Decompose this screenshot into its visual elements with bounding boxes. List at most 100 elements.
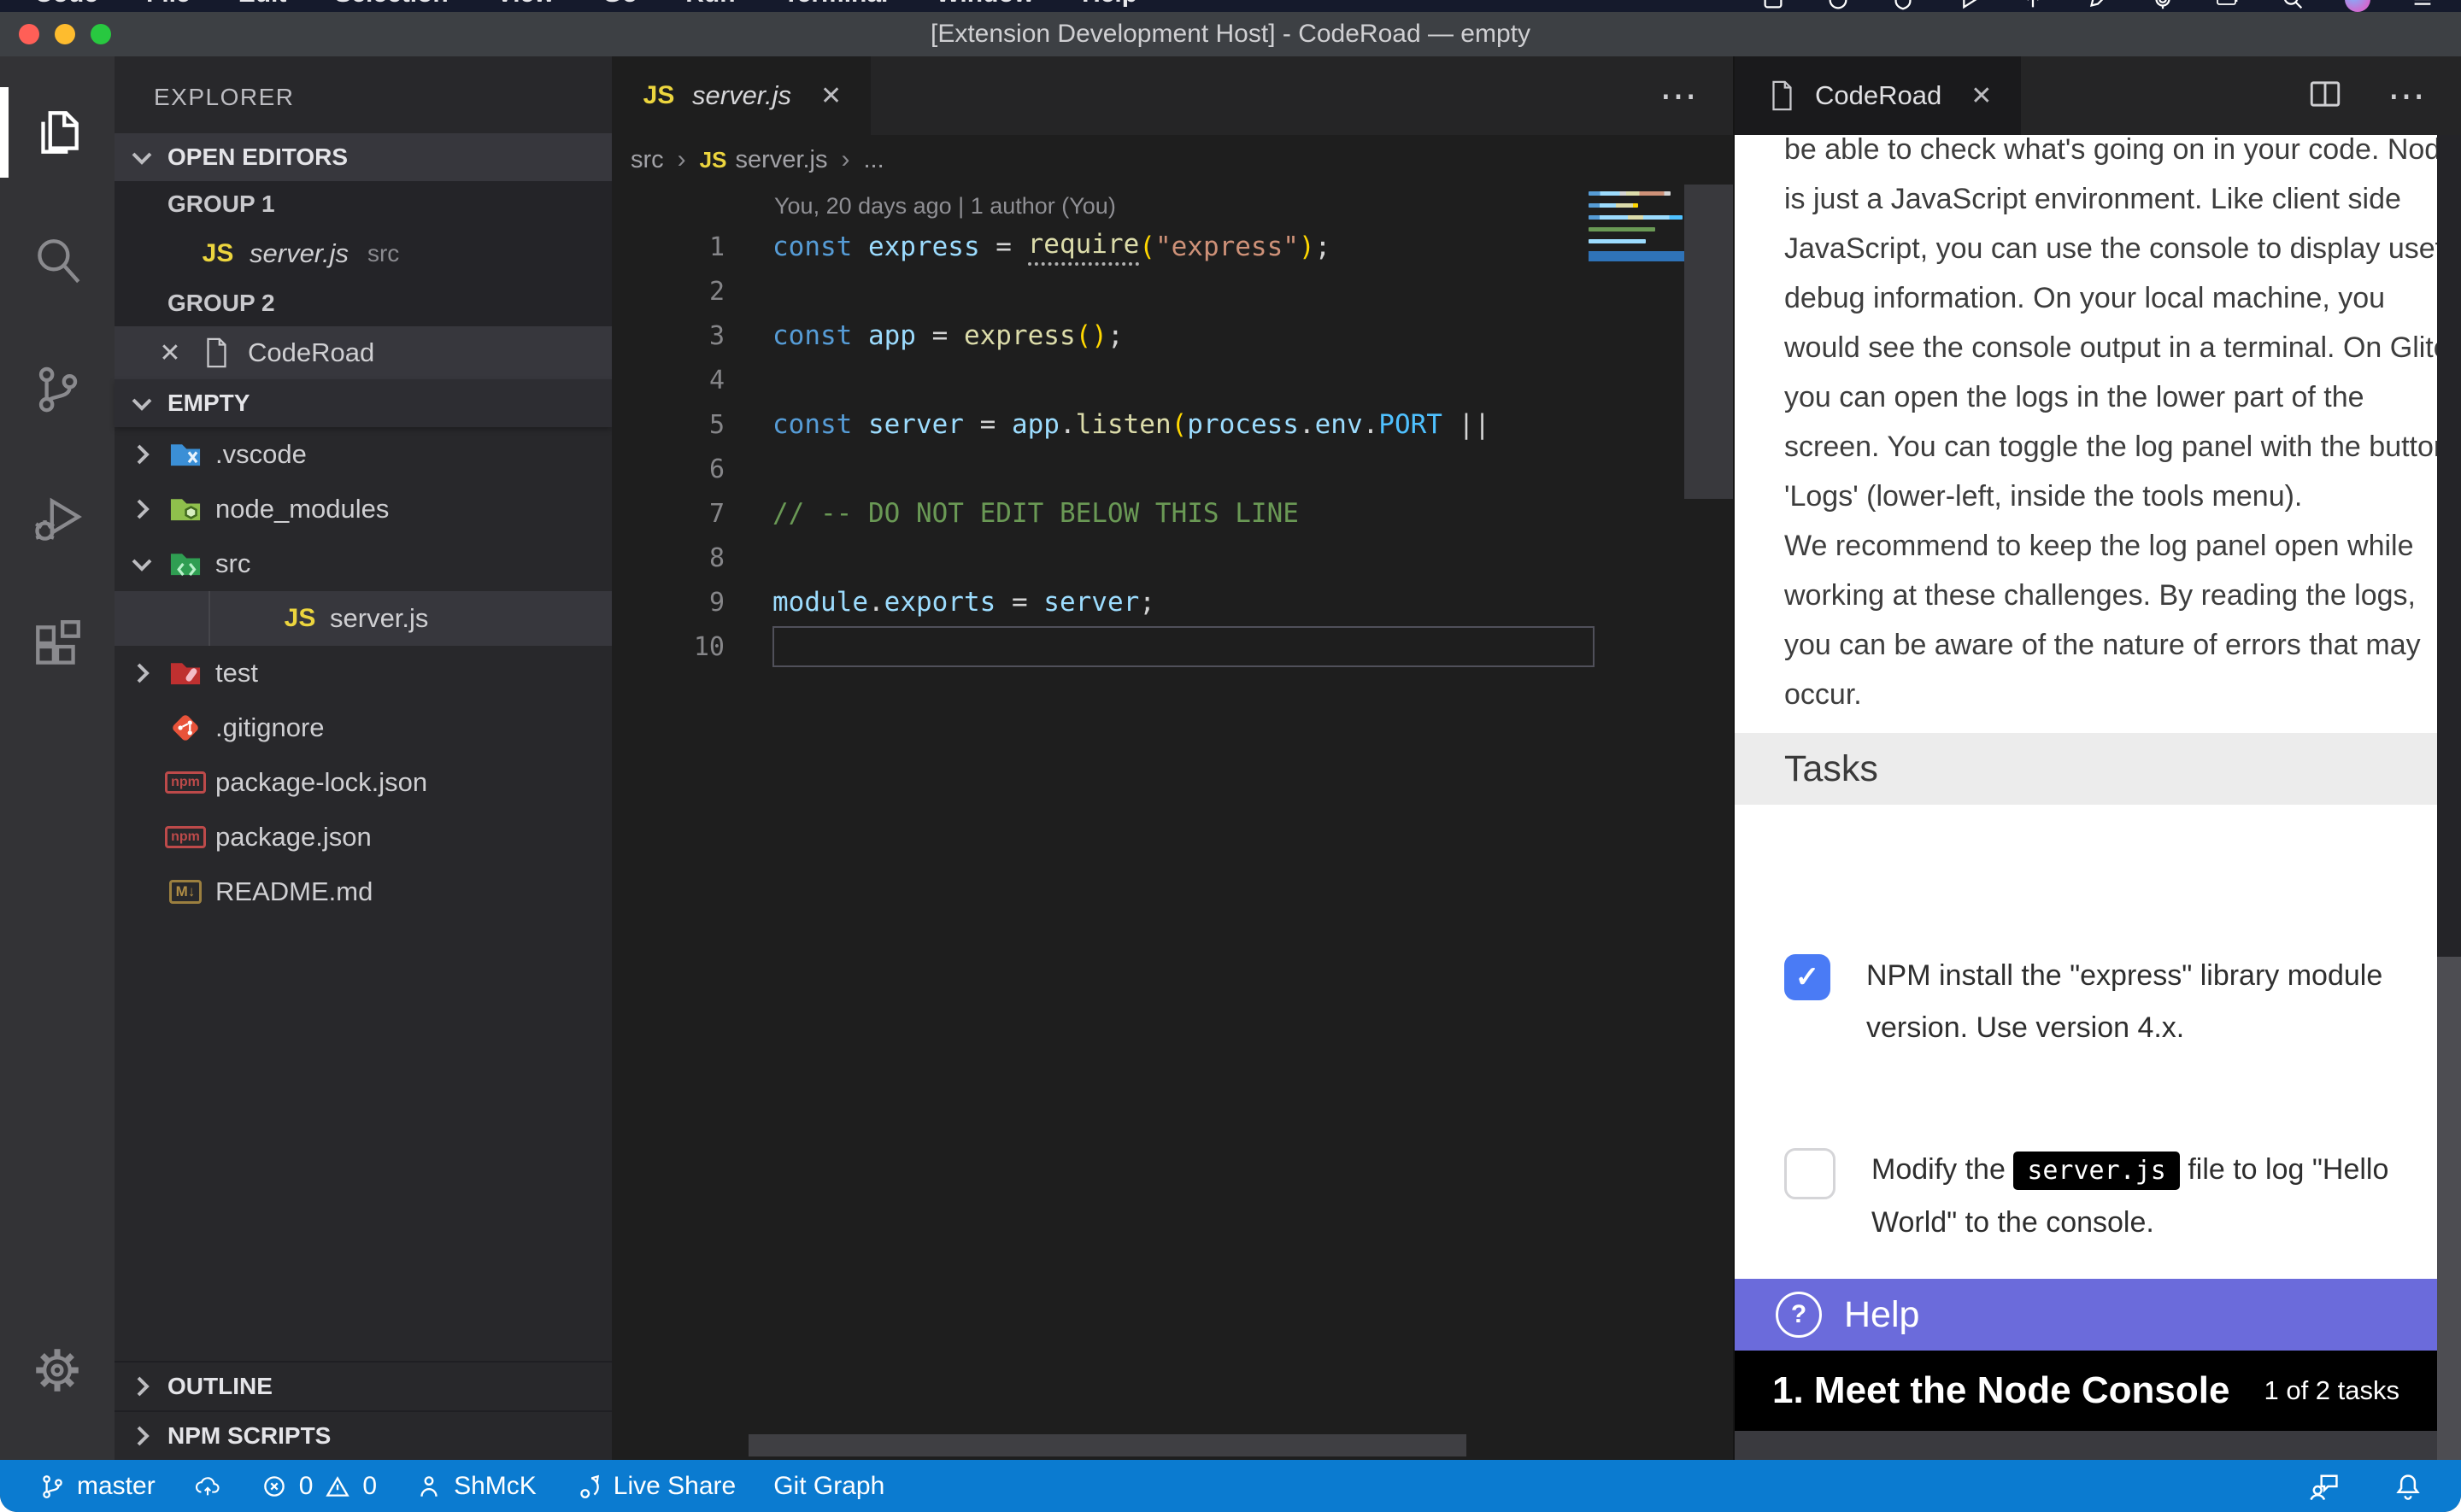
source-control-icon[interactable]: [0, 325, 115, 453]
editor-group: JS server.js ✕ ⋯ src › JS server.js › ..…: [612, 56, 1733, 1460]
breadcrumb[interactable]: src › JS server.js › ...: [612, 135, 1733, 185]
minimap[interactable]: [1589, 191, 1684, 261]
js-file-icon: JS: [641, 78, 677, 114]
breadcrumb-file[interactable]: JS server.js: [700, 146, 828, 174]
webview-scrollbar[interactable]: [2437, 135, 2461, 1460]
code-token: ): [1299, 231, 1315, 262]
tree-item--vscode[interactable]: .vscode: [115, 427, 612, 482]
problems-item[interactable]: 0 0: [260, 1472, 377, 1501]
menu-item-edit[interactable]: Edit: [238, 0, 287, 9]
menu-item-go[interactable]: Go: [602, 0, 638, 9]
horizontal-scrollbar[interactable]: [749, 1434, 1466, 1456]
traffic-lights[interactable]: [19, 12, 111, 56]
code-line-8[interactable]: 8: [612, 536, 1733, 580]
extensions-icon[interactable]: [0, 581, 115, 709]
menu-item-help[interactable]: Help: [1082, 0, 1137, 9]
vertical-scrollbar[interactable]: [1684, 185, 1733, 499]
code-line-4[interactable]: 4: [612, 358, 1733, 402]
line-number: 1: [612, 232, 772, 262]
warning-icon: [323, 1472, 352, 1501]
open-editors-header[interactable]: OPEN EDITORS: [115, 133, 612, 181]
zoom-window-button[interactable]: [91, 24, 111, 44]
code-editor[interactable]: You, 20 days ago | 1 author (You) 1const…: [612, 185, 1733, 1460]
search-icon[interactable]: [0, 196, 115, 325]
folder-section-label: EMPTY: [167, 390, 250, 417]
help-bar[interactable]: ? Help: [1735, 1279, 2437, 1351]
menu-item-run[interactable]: Run: [685, 0, 735, 9]
open-editor-coderoad[interactable]: ✕ CodeRoad: [115, 326, 612, 379]
menu-item-terminal[interactable]: Terminal: [784, 0, 889, 9]
sync-item[interactable]: [193, 1472, 222, 1501]
tree-item--gitignore[interactable]: .gitignore: [115, 700, 612, 755]
minimize-window-button[interactable]: [55, 24, 75, 44]
code-line-3[interactable]: 3const app = express();: [612, 314, 1733, 358]
chevron-down-icon: [128, 144, 156, 171]
siri-icon: [2345, 0, 2370, 12]
folder-section-header[interactable]: EMPTY: [115, 379, 612, 427]
tree-item-label: package.json: [215, 822, 372, 853]
tree-item-package-lock-json[interactable]: npmpackage-lock.json: [115, 755, 612, 810]
tree-item-label: server.js: [330, 603, 428, 634]
checkbox-checked[interactable]: ✓: [1784, 954, 1830, 1000]
tree-item-readme-md[interactable]: M↓README.md: [115, 864, 612, 919]
code-token: (: [1172, 409, 1188, 440]
git-branch-item[interactable]: master: [38, 1472, 156, 1501]
tree-item-label: README.md: [215, 876, 373, 907]
code-line-7[interactable]: 7// -- DO NOT EDIT BELOW THIS LINE: [612, 491, 1733, 536]
feedback-icon[interactable]: [2307, 1471, 2341, 1502]
bell-icon[interactable]: [2393, 1471, 2423, 1502]
run-debug-icon[interactable]: [0, 453, 115, 581]
code-line-5[interactable]: 5const server = app.listen(process.env.P…: [612, 402, 1733, 447]
tab-coderoad[interactable]: CodeRoad ✕: [1735, 56, 2021, 135]
line-number: 6: [612, 454, 772, 484]
live-share-icon: [574, 1472, 603, 1501]
codelens-blame[interactable]: You, 20 days ago | 1 author (You): [612, 185, 1733, 225]
explorer-sidebar: EXPLORER OPEN EDITORS GROUP 1 JS server.…: [115, 56, 612, 1460]
tab-serverjs[interactable]: JS server.js ✕: [612, 56, 871, 135]
tree-item-server-js[interactable]: JSserver.js: [115, 591, 612, 646]
split-editor-icon[interactable]: [2305, 76, 2345, 116]
code-line-9[interactable]: 9module.exports = server;: [612, 580, 1733, 624]
menu-item-file[interactable]: File: [146, 0, 191, 9]
settings-gear-icon[interactable]: [0, 1306, 115, 1434]
tutorial-paragraph: be able to check what's going on in your…: [1735, 135, 2437, 719]
lesson-footer[interactable]: 1. Meet the Node Console 1 of 2 tasks: [1735, 1351, 2437, 1431]
menu-item-code[interactable]: Code: [34, 0, 98, 9]
outline-section[interactable]: OUTLINE: [115, 1361, 612, 1410]
close-window-button[interactable]: [19, 24, 39, 44]
close-icon[interactable]: ✕: [820, 81, 842, 111]
explorer-icon[interactable]: [0, 68, 115, 196]
paragraph-line: 'Logs' (lower-left, inside the tools men…: [1784, 472, 2434, 521]
code-lines: 1const express = require("express");23co…: [612, 225, 1733, 669]
code-token: server: [1043, 587, 1139, 618]
lesson-title: 1. Meet the Node Console: [1772, 1369, 2229, 1412]
menu-item-view[interactable]: View: [496, 0, 555, 9]
open-editor-serverjs[interactable]: JS server.js src: [115, 227, 612, 280]
more-actions-icon[interactable]: ⋯: [2388, 74, 2427, 118]
code-line-10[interactable]: 10: [612, 624, 1733, 669]
checkbox-unchecked[interactable]: [1784, 1148, 1835, 1199]
vscode-folder-icon: [167, 437, 203, 472]
npm-scripts-section[interactable]: NPM SCRIPTS: [115, 1410, 612, 1460]
menu-item-selection[interactable]: Selection: [334, 0, 448, 9]
live-share-item[interactable]: Live Share: [574, 1472, 736, 1501]
close-icon[interactable]: ✕: [156, 338, 185, 368]
code-token: =: [980, 409, 1012, 440]
code-token: app: [868, 320, 932, 351]
tree-item-test[interactable]: test: [115, 646, 612, 700]
user-item[interactable]: ShMcK: [414, 1472, 537, 1501]
code-line-1[interactable]: 1const express = require("express");: [612, 225, 1733, 269]
breadcrumb-folder[interactable]: src: [631, 146, 664, 174]
git-graph-item[interactable]: Git Graph: [773, 1472, 884, 1501]
menu-item-window[interactable]: Window: [936, 0, 1034, 9]
breadcrumb-symbol[interactable]: ...: [863, 146, 884, 174]
code-line-6[interactable]: 6: [612, 447, 1733, 491]
tree-item-node-modules[interactable]: node_modules: [115, 482, 612, 536]
shield-icon: [1890, 0, 1916, 12]
tree-item-package-json[interactable]: npmpackage.json: [115, 810, 612, 864]
code-line-2[interactable]: 2: [612, 269, 1733, 314]
more-actions-icon[interactable]: ⋯: [1659, 74, 1699, 118]
close-icon[interactable]: ✕: [1971, 81, 1992, 111]
activity-bar: [0, 56, 115, 1460]
tree-item-src[interactable]: src: [115, 536, 612, 591]
